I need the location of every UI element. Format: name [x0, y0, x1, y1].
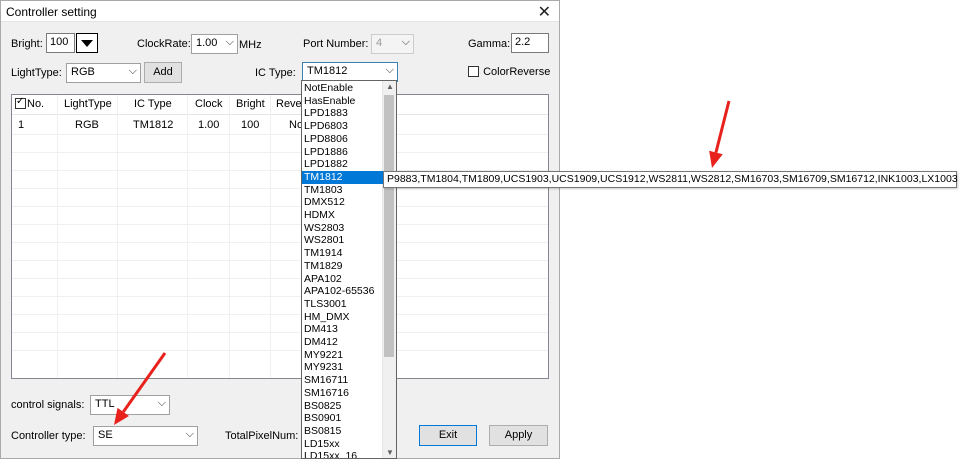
annotation-arrow-controller-type — [114, 352, 167, 425]
annotation-arrow-tooltip — [709, 100, 731, 168]
annotation-layer — [114, 100, 731, 425]
